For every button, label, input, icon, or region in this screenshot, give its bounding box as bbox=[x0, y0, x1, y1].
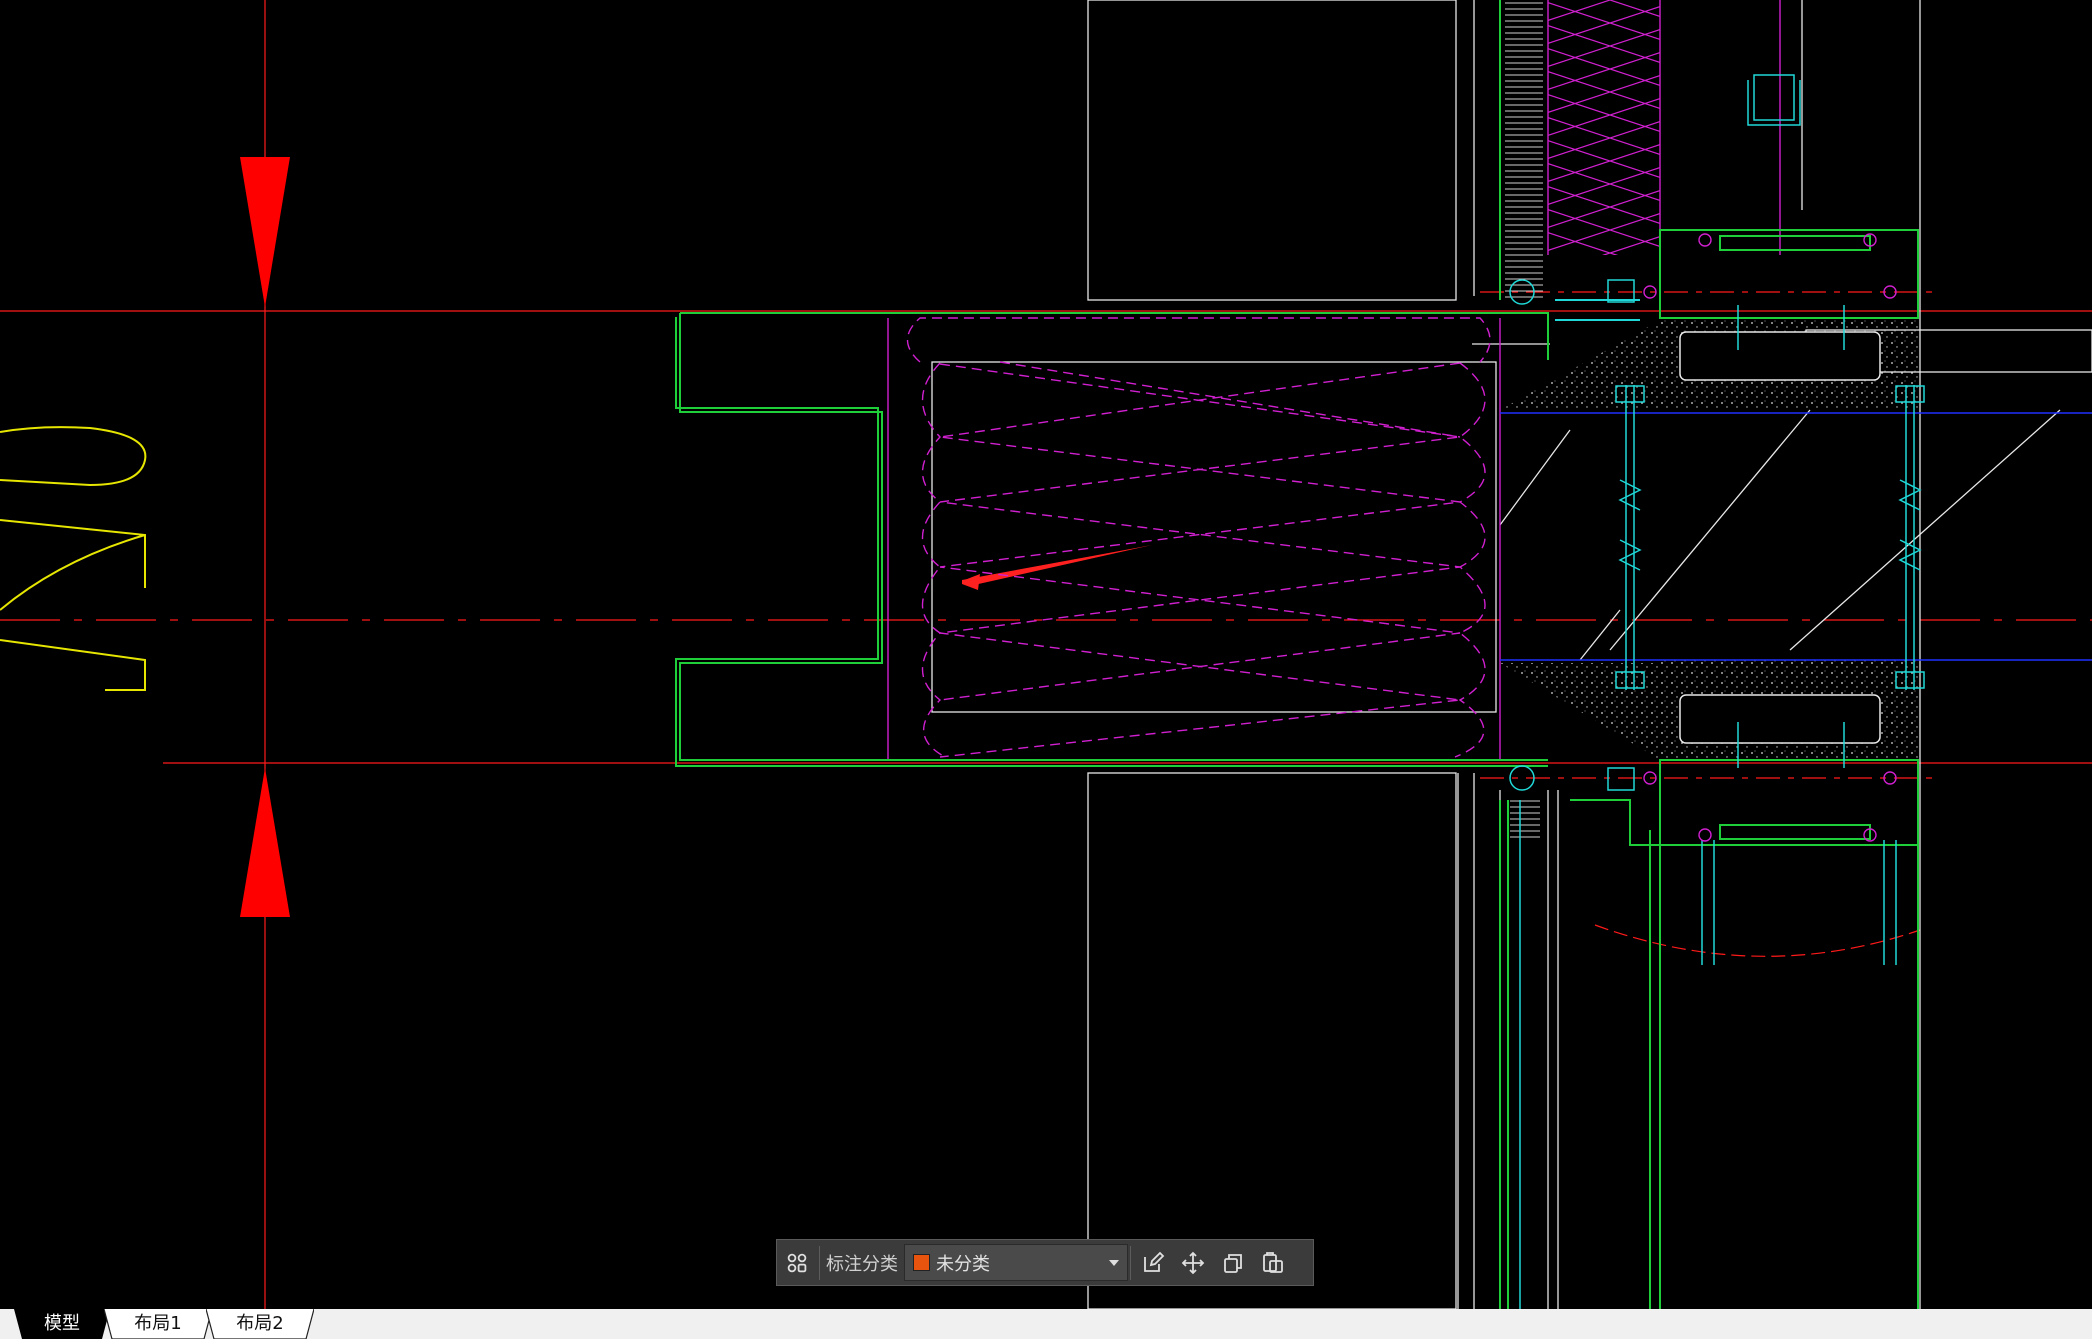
tab-layout1[interactable]: 布局1 bbox=[104, 1309, 212, 1339]
dimension-text-220 bbox=[0, 426, 147, 691]
category-label: 标注分类 bbox=[826, 1253, 898, 1275]
edit-icon[interactable] bbox=[1133, 1243, 1173, 1283]
annotation-toolbar: 标注分类 未分类 bbox=[776, 1239, 1314, 1286]
tab-model[interactable]: 模型 bbox=[14, 1309, 110, 1339]
axis-lines bbox=[0, 0, 2092, 1309]
copy-icon[interactable] bbox=[1213, 1243, 1253, 1283]
category-color-swatch bbox=[913, 1254, 930, 1271]
toolbar-divider bbox=[819, 1245, 820, 1280]
blue-lines bbox=[1500, 412, 2092, 661]
paste-icon[interactable] bbox=[1253, 1243, 1293, 1283]
tab-layout2-label: 布局2 bbox=[236, 1313, 284, 1334]
leader-arrow bbox=[962, 545, 1152, 590]
tab-layout2[interactable]: 布局2 bbox=[206, 1309, 314, 1339]
grid-icon[interactable] bbox=[777, 1243, 817, 1283]
category-value: 未分类 bbox=[936, 1253, 990, 1275]
cad-drawing-canvas[interactable] bbox=[0, 0, 2092, 1339]
tab-model-label: 模型 bbox=[44, 1313, 80, 1334]
category-dropdown[interactable]: 未分类 bbox=[904, 1244, 1128, 1281]
layout-tabbar: 模型 布局1 布局2 bbox=[0, 1309, 2092, 1339]
toolbar-divider bbox=[1130, 1245, 1131, 1280]
chevron-down-icon bbox=[1109, 1259, 1119, 1266]
tab-layout1-label: 布局1 bbox=[134, 1313, 182, 1334]
move-icon[interactable] bbox=[1173, 1243, 1213, 1283]
